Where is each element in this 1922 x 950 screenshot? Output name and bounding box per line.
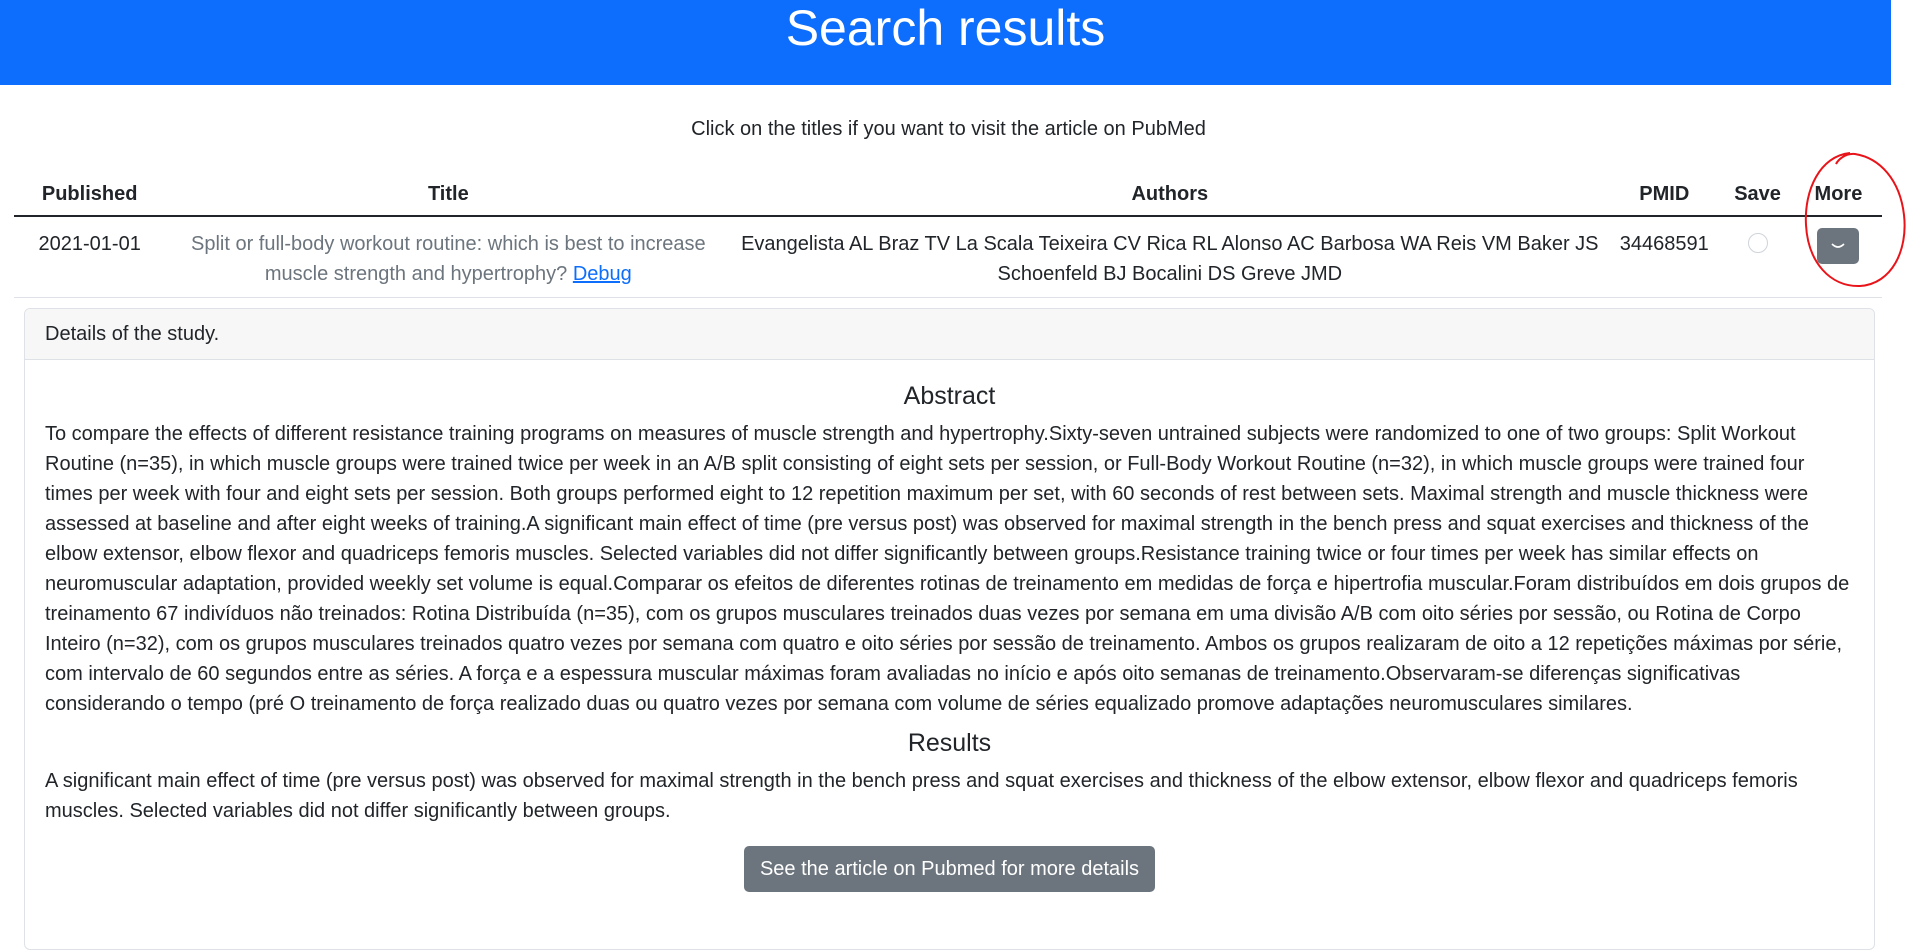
pmid-cell: 34468591 [1608, 216, 1721, 298]
column-header-save: Save [1720, 173, 1795, 217]
table-header-row: Published Title Authors PMID Save More [14, 173, 1882, 217]
column-header-authors: Authors [731, 173, 1609, 217]
published-cell: 2021-01-01 [14, 216, 166, 298]
save-cell [1720, 216, 1795, 298]
save-radio[interactable] [1747, 233, 1768, 253]
title-cell: Split or full-body workout routine: whic… [165, 216, 732, 298]
column-header-pmid: PMID [1608, 173, 1721, 217]
column-header-published: Published [14, 173, 166, 217]
more-cell [1794, 216, 1882, 298]
table-row: 2021-01-01 Split or full-body workout ro… [14, 216, 1882, 298]
results-table: Published Title Authors PMID Save More 2… [14, 173, 1882, 298]
page-title: Search results [785, 0, 1106, 56]
details-header: Details of the study. [25, 309, 1874, 360]
debug-link[interactable]: Debug [573, 263, 632, 285]
abstract-text: To compare the effects of different resi… [45, 423, 1850, 715]
abstract-heading: Abstract [903, 382, 996, 410]
chevron-down-icon [1831, 243, 1846, 248]
column-header-more: More [1794, 173, 1882, 217]
results-text: A significant main effect of time (pre v… [45, 770, 1798, 822]
instruction-text: Click on the titles if you want to visit… [691, 118, 1206, 140]
results-heading: Results [907, 729, 992, 757]
column-header-title: Title [165, 173, 732, 217]
pubmed-button-wrap: See the article on Pubmed for more detai… [45, 846, 1854, 892]
pubmed-button[interactable]: See the article on Pubmed for more detai… [743, 846, 1156, 892]
more-button[interactable] [1817, 228, 1860, 264]
details-card: Details of the study. Abstract To compar… [24, 308, 1875, 950]
details-body: Abstract To compare the effects of diffe… [25, 360, 1874, 892]
authors-cell: Evangelista AL Braz TV La Scala Teixeira… [731, 216, 1609, 298]
page-header: Search results [0, 0, 1891, 85]
